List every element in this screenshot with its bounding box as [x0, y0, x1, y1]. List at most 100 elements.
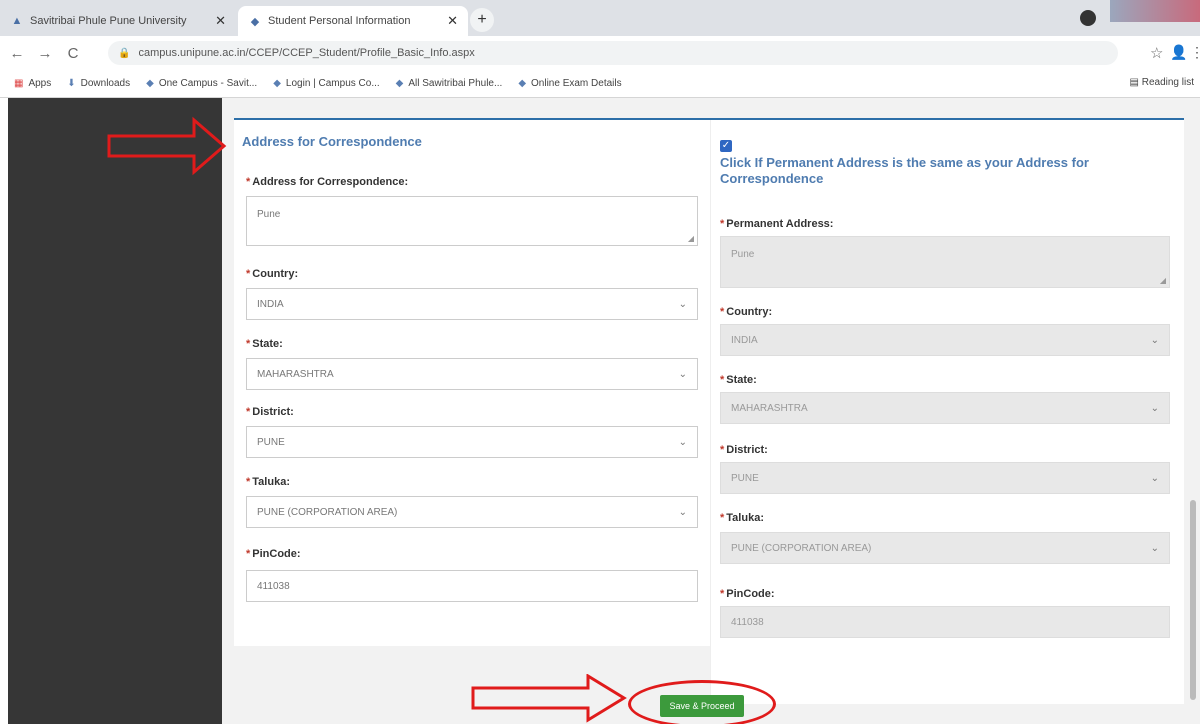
reading-list-button[interactable]: ▤ Reading list: [1130, 77, 1195, 88]
correspondence-taluka-select[interactable]: PUNE (CORPORATION AREA) ⌄: [246, 496, 698, 528]
correspondence-taluka-label: * Taluka:: [246, 476, 290, 488]
field-value: MAHARASHTRA: [257, 368, 334, 380]
bookmark-online-exam[interactable]: ◆ Online Exam Details: [518, 78, 621, 89]
permanent-district-label: * District:: [720, 444, 768, 456]
page-scrollbar[interactable]: [1190, 500, 1196, 700]
bookmark-apps[interactable]: ▦ Apps: [14, 78, 51, 89]
label-text: Permanent Address:: [726, 218, 834, 230]
chevron-down-icon: ⌄: [678, 436, 687, 448]
field-value: 411038: [257, 580, 290, 592]
chevron-down-icon: ⌄: [678, 368, 687, 380]
reading-list-label: Reading list: [1141, 77, 1194, 88]
permanent-taluka-select: PUNE (CORPORATION AREA) ⌄: [720, 532, 1170, 564]
chevron-down-icon: ⌄: [678, 506, 687, 518]
correspondence-district-select[interactable]: PUNE ⌄: [246, 426, 698, 458]
new-tab-button[interactable]: +: [470, 8, 494, 32]
download-icon: ⬇: [67, 78, 76, 89]
annotation-arrow-bottom: [471, 674, 627, 723]
label-text: PinCode:: [252, 548, 301, 560]
label-text: Taluka:: [726, 512, 764, 524]
label-text: State:: [252, 338, 283, 350]
chevron-down-icon: ⌄: [1150, 472, 1159, 484]
bookmark-label: Downloads: [80, 78, 131, 89]
same-address-checkbox-label[interactable]: Click If Permanent Address is the same a…: [720, 155, 1170, 187]
chevron-down-icon: ⌄: [1150, 334, 1159, 346]
reading-list-icon: ▤: [1129, 77, 1142, 88]
permanent-country-select: INDIA ⌄: [720, 324, 1170, 356]
bookmark-all-sawitribai[interactable]: ◆ All Sawitribai Phule...: [396, 78, 503, 89]
forward-arrow-icon[interactable]: →: [34, 45, 56, 62]
permanent-pincode-label: * PinCode:: [720, 588, 775, 600]
correspondence-pincode-label: * PinCode:: [246, 548, 301, 560]
label-text: District:: [252, 406, 294, 418]
bookmark-label: One Campus - Savit...: [158, 78, 258, 89]
profile-icon[interactable]: [1080, 10, 1096, 26]
permanent-district-select: PUNE ⌄: [720, 462, 1170, 494]
field-value: Pune: [731, 249, 755, 260]
apps-grid-icon: ▦: [14, 78, 24, 89]
annotation-highlight-oval: [628, 680, 776, 724]
account-icon[interactable]: 👤: [1170, 44, 1187, 61]
field-value: 411038: [731, 616, 764, 628]
bookmark-downloads[interactable]: ⬇ Downloads: [67, 78, 130, 89]
permanent-taluka-label: * Taluka:: [720, 512, 764, 524]
bookmarks-bar: ▦ Apps ⬇ Downloads ◆ One Campus - Savit... …: [0, 70, 1200, 98]
permanent-country-label: * Country:: [720, 306, 773, 318]
label-text: Country:: [252, 268, 299, 280]
browser-tab-student-info[interactable]: ◆ Student Personal Information ✕: [238, 6, 468, 36]
bookmark-one-campus[interactable]: ◆ One Campus - Savit...: [146, 78, 257, 89]
bookmark-label: Online Exam Details: [531, 78, 622, 89]
address-bar-row: ← → C 🔒 campus.unipune.ac.in/CCEP/CCEP_S…: [0, 36, 1200, 70]
field-value: PUNE (CORPORATION AREA): [257, 506, 398, 518]
close-tab-icon[interactable]: ✕: [447, 13, 458, 29]
window-controls[interactable]: [1110, 0, 1200, 22]
chevron-down-icon: ⌄: [1150, 402, 1159, 414]
bookmark-label: Apps: [28, 78, 52, 89]
correspondence-country-select[interactable]: INDIA ⌄: [246, 288, 698, 320]
lock-icon: 🔒: [118, 47, 131, 59]
correspondence-country-label: * Country:: [246, 268, 299, 280]
permanent-address-label: * Permanent Address:: [720, 218, 834, 230]
permanent-state-label: * State:: [720, 374, 757, 386]
correspondence-address-textarea[interactable]: Pune ◢: [246, 196, 698, 246]
reload-icon[interactable]: C: [62, 45, 84, 62]
field-value: INDIA: [731, 334, 758, 346]
tab-title: Savitribai Phule Pune University: [30, 15, 187, 27]
browser-menu-icon[interactable]: ⋮: [1190, 44, 1200, 61]
same-address-checkbox[interactable]: ✓: [720, 140, 732, 152]
site-icon: ◆: [273, 78, 281, 89]
permanent-state-select: MAHARASHTRA ⌄: [720, 392, 1170, 424]
label-text: Address for Correspondence:: [252, 176, 409, 188]
correspondence-address-label: * Address for Correspondence:: [246, 176, 409, 188]
chevron-down-icon: ⌄: [1150, 542, 1159, 554]
resize-grip-icon[interactable]: ◢: [688, 234, 694, 243]
field-value: PUNE (CORPORATION AREA): [731, 542, 872, 554]
url-field[interactable]: 🔒 campus.unipune.ac.in/CCEP/CCEP_Student…: [108, 41, 1118, 65]
field-value: PUNE: [257, 436, 285, 448]
site-icon: ◆: [518, 78, 527, 89]
correspondence-district-label: * District:: [246, 406, 294, 418]
annotation-arrow-left: [107, 116, 227, 176]
university-favicon-icon: ▲: [11, 15, 23, 27]
correspondence-state-label: * State:: [246, 338, 283, 350]
correspondence-state-select[interactable]: MAHARASHTRA ⌄: [246, 358, 698, 390]
field-value: PUNE: [731, 472, 759, 484]
sidebar: [8, 98, 222, 724]
bookmark-login-campus[interactable]: ◆ Login | Campus Co...: [273, 78, 379, 89]
site-icon: ◆: [395, 78, 404, 89]
tab-title: Student Personal Information: [268, 15, 411, 27]
field-value: Pune: [257, 209, 281, 220]
chevron-down-icon: ⌄: [678, 298, 687, 310]
browser-tabstrip: ▲ Savitribai Phule Pune University ✕ ◆ S…: [0, 0, 1200, 36]
label-text: State:: [726, 374, 757, 386]
correspondence-pincode-input[interactable]: 411038: [246, 570, 698, 602]
browser-tab-university[interactable]: ▲ Savitribai Phule Pune University ✕: [0, 6, 236, 36]
bookmark-label: All Sawitribai Phule...: [408, 78, 503, 89]
label-text: Taluka:: [252, 476, 290, 488]
site-favicon-icon: ◆: [250, 15, 260, 28]
back-arrow-icon[interactable]: ←: [6, 45, 28, 62]
permanent-pincode-input: 411038: [720, 606, 1170, 638]
label-text: PinCode:: [726, 588, 775, 600]
bookmark-star-icon[interactable]: ☆: [1150, 44, 1163, 62]
close-tab-icon[interactable]: ✕: [215, 13, 226, 29]
